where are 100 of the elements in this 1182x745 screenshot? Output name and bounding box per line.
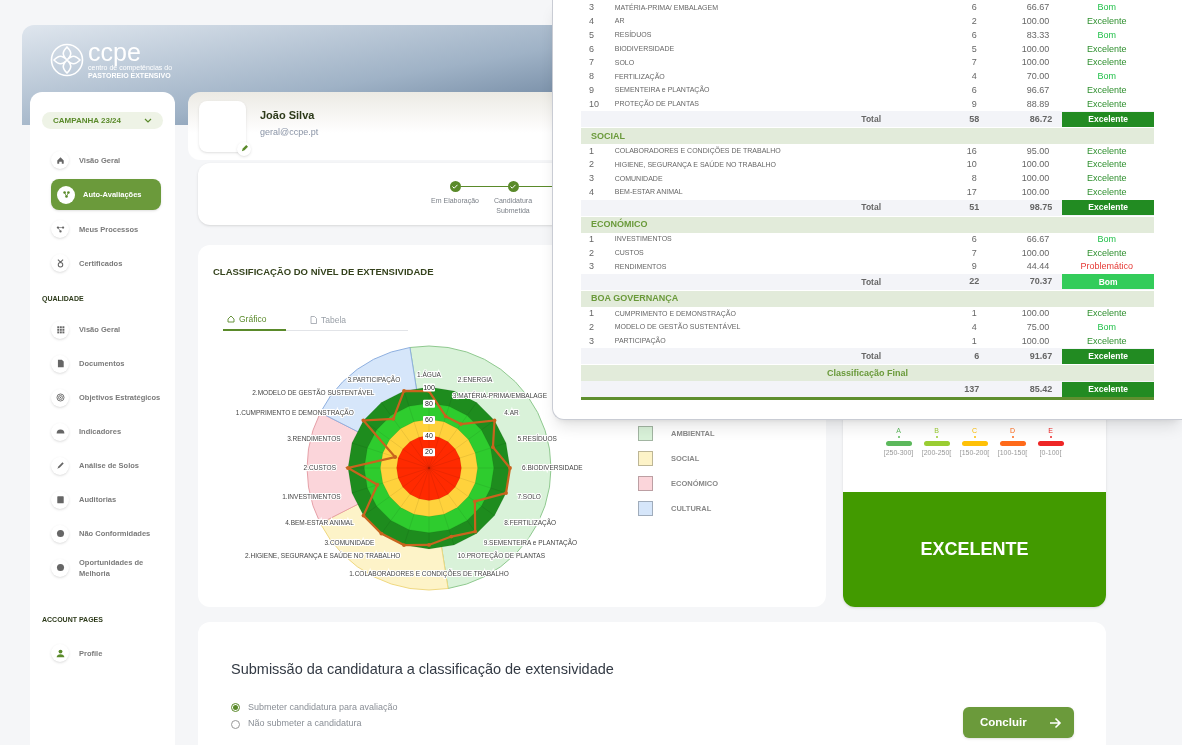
row-number: 9 [588,83,595,97]
arrow-right-icon [1049,716,1062,729]
row-number: 1 [588,144,595,158]
table-cell-text: 88.89 [1025,97,1050,111]
card-title: CLASSIFICAÇÃO DO NÍVEL DE EXTENSIVIDADE [213,265,434,279]
tab[interactable]: Gráfico [223,309,286,332]
rating-text: Bom [1097,320,1116,334]
edit-button[interactable] [237,141,251,156]
table-cell-text: 8 [970,172,977,186]
table-cell-text: 10 [965,158,977,172]
radio-option[interactable]: Submeter candidatura para avaliação [231,700,398,715]
radio-option[interactable]: Não submeter a candidatura [231,717,362,731]
conclude-button[interactable]: Concluir [963,707,1074,738]
table-cell-text: 22 [968,275,980,289]
rating-text: Excelente [1086,144,1127,158]
table-cell-text: 4 [970,70,977,84]
gauge-icon [55,427,65,436]
table-cell-text: 100.00 [1020,172,1050,186]
table-cell-text: 1 [970,307,977,321]
table-cell-text: 70.37 [1028,275,1053,289]
table-cell-text: 16 [965,144,977,158]
row-number: 1 [588,232,595,246]
rating-text: Excelente [1086,56,1127,70]
table-cell-text: 58 [968,112,980,126]
nodes-icon [61,190,71,199]
table-cell-text: 44.44 [1025,260,1050,274]
group-heading: ECONÓMICO [591,217,648,231]
row-number: 4 [588,185,595,199]
table-cell-text: 86.72 [1028,112,1053,126]
rating-badge: Excelente [1062,111,1154,127]
logo-icon [50,43,84,77]
table-cell-text: 1 [970,334,977,348]
user-email: geral@ccpe.pt [260,125,319,139]
row-number: 3 [588,260,595,274]
table-cell-text: 6 [970,1,977,15]
table-cell-text: 6 [973,349,980,363]
row-number: 2 [588,246,595,260]
logo-text: ccpe [88,40,141,64]
table-cell-text: 7 [970,246,977,260]
rating-badge: Bom [1062,274,1154,290]
home-icon [227,315,235,324]
medal-icon [55,258,65,268]
table-cell-text: 98.75 [1028,200,1053,214]
tab[interactable]: Tabela [306,309,351,332]
table-cell-text: 9 [970,97,977,111]
rating-text: Excelente [1086,83,1127,97]
user-name: João Silva [260,108,316,123]
table-cell-text: 9 [970,260,977,274]
table-cell-text: 100.00 [1020,185,1050,199]
table-cell-text: 4 [970,320,977,334]
result-banner: EXCELENTE [843,492,1106,607]
rating-text: Excelente [1086,334,1127,348]
total-label: Total [860,113,881,126]
table-cell-text: 100.00 [1020,56,1050,70]
table-cell-text: 66.67 [1025,1,1050,15]
row-number: 2 [588,320,595,334]
table-cell-text: 6 [970,232,977,246]
row-number: 7 [588,56,595,70]
pen-icon [55,461,65,470]
table-cell-text: 100.00 [1020,158,1050,172]
grid-icon [55,325,65,334]
table-cell-text: 100.00 [1020,334,1050,348]
table-cell-text: 91.67 [1028,349,1053,363]
total-label: Total [860,349,881,363]
rating-text: Bom [1097,28,1116,42]
row-number: 6 [588,42,595,56]
nodes-icon [55,224,65,234]
table-cell-text: 95.00 [1025,144,1050,158]
rating-text: Bom [1097,1,1116,15]
table-cell-text: 66.67 [1025,232,1050,246]
document-icon [310,316,317,325]
rating-text: Excelente [1086,14,1127,28]
row-number: 1 [588,307,595,321]
table-cell-text: 75.00 [1025,320,1050,334]
radio-button[interactable] [231,703,240,712]
rating-badge: Excelente [1062,348,1154,364]
rating-text: Bom [1097,70,1116,84]
table-cell-text: 6 [970,28,977,42]
section-title: Submissão da candidatura a classificação de extensividade [231,660,615,679]
rating-text: Excelente [1086,307,1127,321]
rating-text: Problemático [1080,260,1133,274]
table-cell-text: 7 [970,56,977,70]
table-cell-text: 2 [970,14,977,28]
table-cell-text: 51 [968,200,980,214]
row-number: 4 [588,14,595,28]
final-heading: Classificação Final [826,366,908,380]
row-number: 3 [588,334,595,348]
total-label: Total [860,201,881,214]
rating-text: Excelente [1086,246,1127,260]
table-cell-text: 100.00 [1020,14,1050,28]
rating-text: Excelente [1086,42,1127,56]
rating-text: Excelente [1086,97,1127,111]
person-icon [55,648,65,658]
rating-badge: Excelente [1062,381,1154,397]
row-number: 3 [588,1,595,15]
rating-text: Excelente [1086,172,1127,186]
chevron-down-icon [144,117,152,124]
campaign-dropdown[interactable]: CAMPANHA 23/24 [42,112,163,129]
rating-text: Excelente [1086,185,1127,199]
row-number: 5 [588,28,595,42]
